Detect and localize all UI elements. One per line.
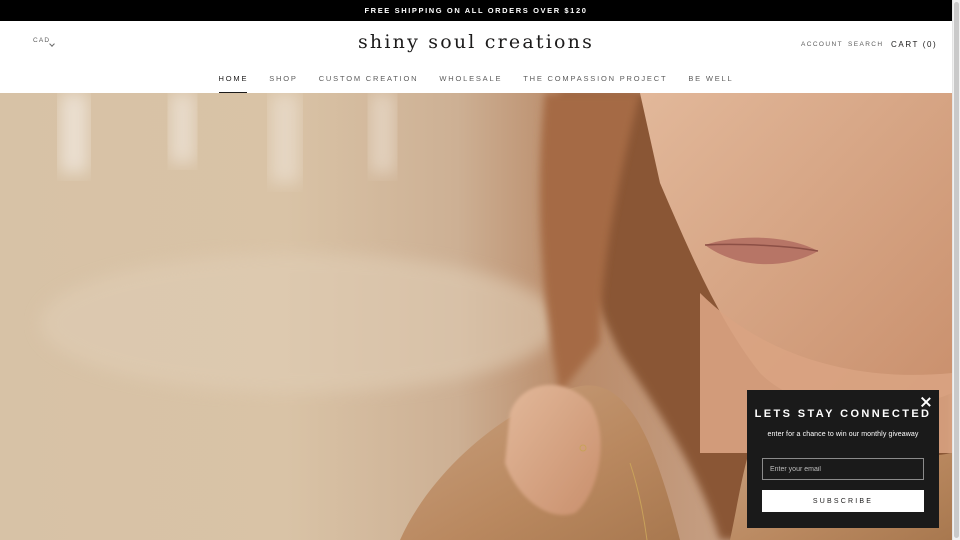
popup-title: LETS STAY CONNECTED [754,408,932,420]
account-link-wrap: ACCOUNT [801,41,843,48]
announcement-text: FREE SHIPPING ON ALL ORDERS OVER $120 [364,6,588,15]
cart-link-wrap: CART (0) [891,40,937,49]
page-scrollbar[interactable] [952,0,960,540]
nav-item-compassion-project[interactable]: THE COMPASSION PROJECT [523,74,667,90]
account-link[interactable]: ACCOUNT [801,41,843,48]
newsletter-popup: LETS STAY CONNECTED enter for a chance t… [747,390,939,528]
site-header: CAD shiny soul creations ACCOUNT SEARCH … [0,21,952,94]
close-icon[interactable] [921,397,931,407]
announcement-bar: FREE SHIPPING ON ALL ORDERS OVER $120 [0,0,952,21]
search-link-wrap: SEARCH [848,41,884,48]
email-input[interactable] [762,458,924,480]
cart-link[interactable]: CART (0) [891,40,937,49]
popup-subtitle: enter for a chance to win our monthly gi… [767,431,919,438]
nav-item-shop[interactable]: SHOP [269,74,297,90]
search-link[interactable]: SEARCH [848,41,884,48]
nav-item-custom-creation[interactable]: CUSTOM CREATION [319,74,419,90]
nav-item-be-well[interactable]: BE WELL [688,74,733,90]
nav-item-home[interactable]: HOME [218,74,249,94]
scrollbar-thumb[interactable] [954,2,959,538]
nav-item-wholesale[interactable]: WHOLESALE [439,74,502,90]
subscribe-button[interactable]: SUBSCRIBE [762,490,924,512]
main-navigation: HOME SHOP CUSTOM CREATION WHOLESALE THE … [0,74,952,94]
